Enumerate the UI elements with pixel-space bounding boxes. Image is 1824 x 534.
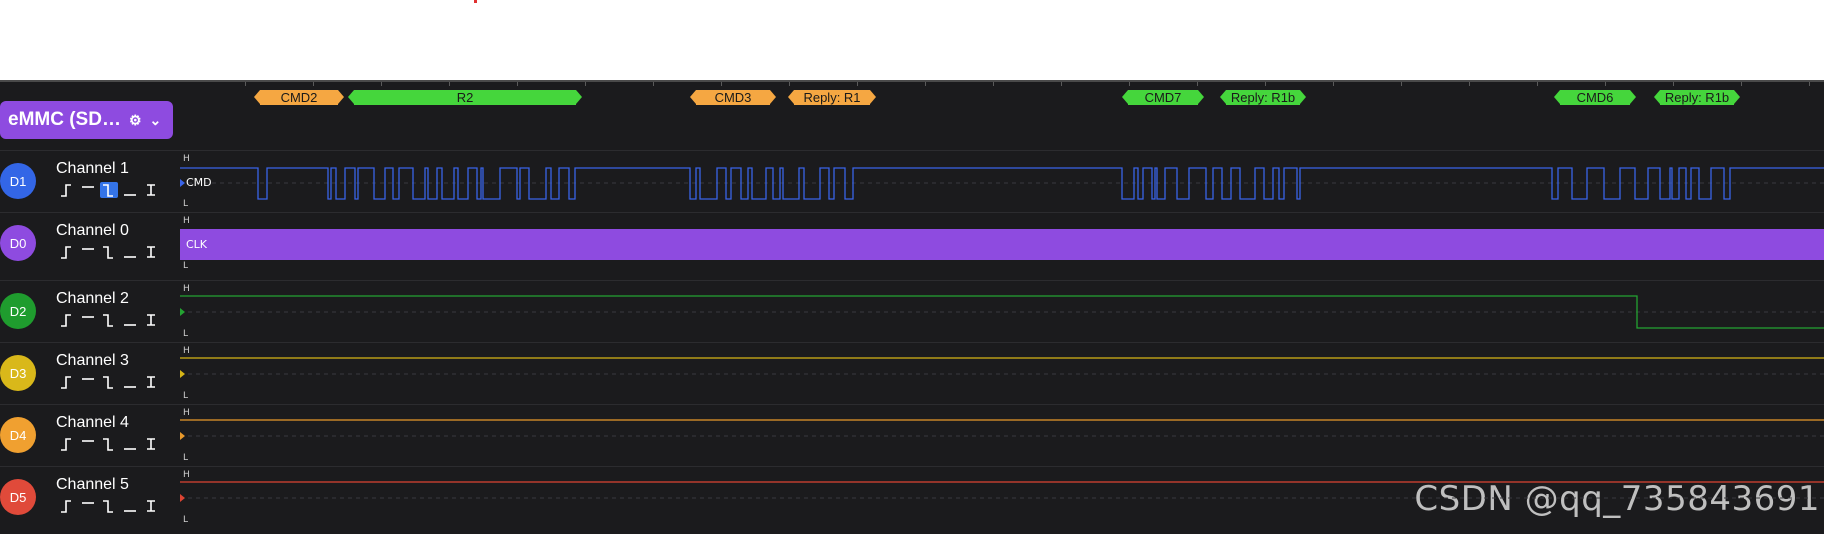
waveform-area[interactable] [0,0,1824,534]
channel-marker [180,370,185,378]
channel-marker [180,494,185,502]
d2-waveform [180,295,1824,329]
signal-label-clk: CLK [186,238,208,251]
cmd-waveform [180,167,1824,200]
clk-waveform [180,229,1824,260]
channel-marker [180,432,185,440]
channel-marker [180,179,185,187]
signal-label-cmd: CMD [186,176,212,189]
channel-marker [180,308,185,316]
